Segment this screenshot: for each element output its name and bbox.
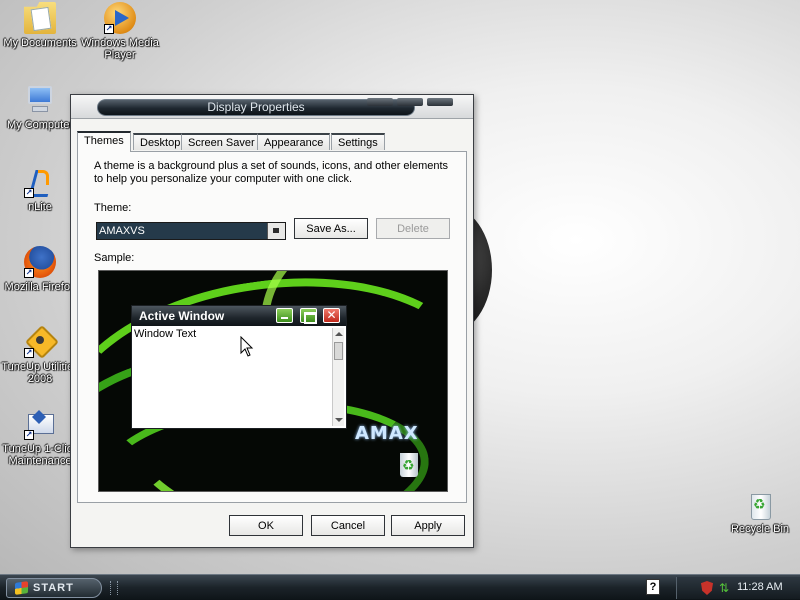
shortcut-arrow-icon: ↗ — [24, 268, 34, 278]
maximize-button[interactable] — [397, 98, 423, 106]
windows-logo-icon — [15, 581, 28, 595]
minimize-button[interactable] — [367, 98, 393, 106]
scroll-thumb — [334, 342, 343, 360]
sample-maximize-icon — [300, 308, 317, 324]
start-button[interactable]: START — [6, 578, 102, 598]
shortcut-arrow-icon: ↗ — [24, 348, 34, 358]
shortcut-arrow-icon: ↗ — [24, 188, 34, 198]
close-button[interactable] — [427, 98, 453, 106]
desktop-icon-label: My Documents — [3, 37, 77, 49]
clock[interactable]: 11:28 AM — [737, 581, 783, 593]
apply-button[interactable]: Apply — [391, 515, 465, 536]
tab-settings[interactable]: Settings — [331, 133, 385, 150]
desktop-icon-nlite[interactable]: ↗ nLite — [0, 166, 80, 213]
scroll-down-icon — [335, 418, 343, 422]
theme-description: A theme is a background plus a set of so… — [94, 160, 449, 185]
system-tray: ⇅ 11:28 AM — [676, 577, 800, 599]
desktop-icon-my-computer[interactable]: My Computer — [0, 84, 80, 131]
maintenance-icon: ↗ — [24, 408, 56, 440]
theme-label: Theme: — [94, 202, 132, 214]
delete-button: Delete — [376, 218, 450, 239]
desktop-icon-recycle-bin[interactable]: Recycle Bin — [720, 488, 800, 535]
desktop-icon-label: nLite — [28, 201, 52, 213]
display-properties-window: Display Properties Themes Desktop Screen… — [70, 94, 474, 548]
theme-sample-preview: AMAX Active Window ✕ Window Text — [98, 270, 448, 492]
sample-close-icon: ✕ — [323, 308, 340, 323]
tab-strip: Themes Desktop Screen Saver Appearance S… — [77, 131, 467, 152]
nlite-icon: ↗ — [24, 166, 56, 198]
tab-themes[interactable]: Themes — [77, 131, 131, 152]
shortcut-arrow-icon: ↗ — [24, 430, 34, 440]
sample-scrollbar — [332, 328, 344, 426]
sample-recycle-bin-icon — [395, 451, 423, 481]
sample-window-body: Window Text — [134, 328, 344, 426]
quick-launch-grip[interactable] — [110, 581, 118, 595]
tab-appearance[interactable]: Appearance — [257, 133, 331, 150]
dropdown-arrow-icon[interactable] — [267, 223, 285, 239]
themes-panel: A theme is a background plus a set of so… — [77, 151, 467, 503]
theme-dropdown-value: AMAXVS — [99, 225, 145, 237]
desktop-icon-label: Recycle Bin — [730, 523, 790, 535]
tab-screen-saver[interactable]: Screen Saver — [181, 133, 262, 150]
window-titlebar[interactable]: Display Properties — [71, 95, 473, 119]
sample-brand-logo: AMAX — [355, 423, 419, 444]
start-label: START — [33, 582, 74, 594]
desktop-icon-label: Mozilla Firefox — [4, 281, 76, 293]
desktop-icon-tuneup-maintenance[interactable]: ↗ TuneUp 1-Click Maintenance — [0, 408, 80, 467]
shortcut-arrow-icon: ↗ — [104, 24, 114, 34]
computer-icon — [24, 84, 56, 116]
desktop-icon-firefox[interactable]: ↗ Mozilla Firefox — [0, 246, 80, 293]
network-icon[interactable]: ⇅ — [719, 581, 731, 595]
recycle-bin-icon — [744, 488, 776, 520]
desktop-icon-windows-media-player[interactable]: ↗ Windows Media Player — [80, 2, 160, 61]
save-as-button[interactable]: Save As... — [294, 218, 368, 239]
sample-active-window: Active Window ✕ Window Text — [131, 305, 347, 429]
sample-label: Sample: — [94, 252, 135, 264]
desktop-icon-label: My Computer — [6, 119, 74, 131]
folder-documents-icon — [24, 2, 56, 34]
firefox-icon: ↗ — [24, 246, 56, 278]
scroll-up-icon — [335, 332, 343, 336]
media-player-icon: ↗ — [104, 2, 136, 34]
sample-window-text: Window Text — [134, 328, 197, 340]
ok-button[interactable]: OK — [229, 515, 303, 536]
tab-desktop[interactable]: Desktop — [133, 133, 188, 150]
help-icon[interactable]: ? — [646, 579, 660, 595]
sample-window-titlebar: Active Window ✕ — [132, 306, 346, 326]
desktop-icon-label: TuneUp 1-Click Maintenance — [2, 443, 78, 467]
taskbar: START ? ⇅ 11:28 AM — [0, 574, 800, 600]
sample-window-title: Active Window — [139, 309, 225, 323]
desktop-icon-label: TuneUp Utilities 2008 — [1, 361, 79, 385]
cancel-button[interactable]: Cancel — [311, 515, 385, 536]
tuneup-icon: ↗ — [24, 326, 56, 358]
security-shield-icon[interactable] — [701, 581, 713, 595]
desktop-icon-label: Windows Media Player — [81, 37, 159, 61]
theme-dropdown[interactable]: AMAXVS — [96, 222, 286, 240]
mouse-cursor-icon — [240, 336, 254, 357]
sample-minimize-icon — [276, 308, 293, 323]
desktop-icon-tuneup-utilities[interactable]: ↗ TuneUp Utilities 2008 — [0, 326, 80, 385]
title-controls — [367, 98, 467, 116]
desktop-icon-my-documents[interactable]: My Documents — [0, 2, 80, 49]
